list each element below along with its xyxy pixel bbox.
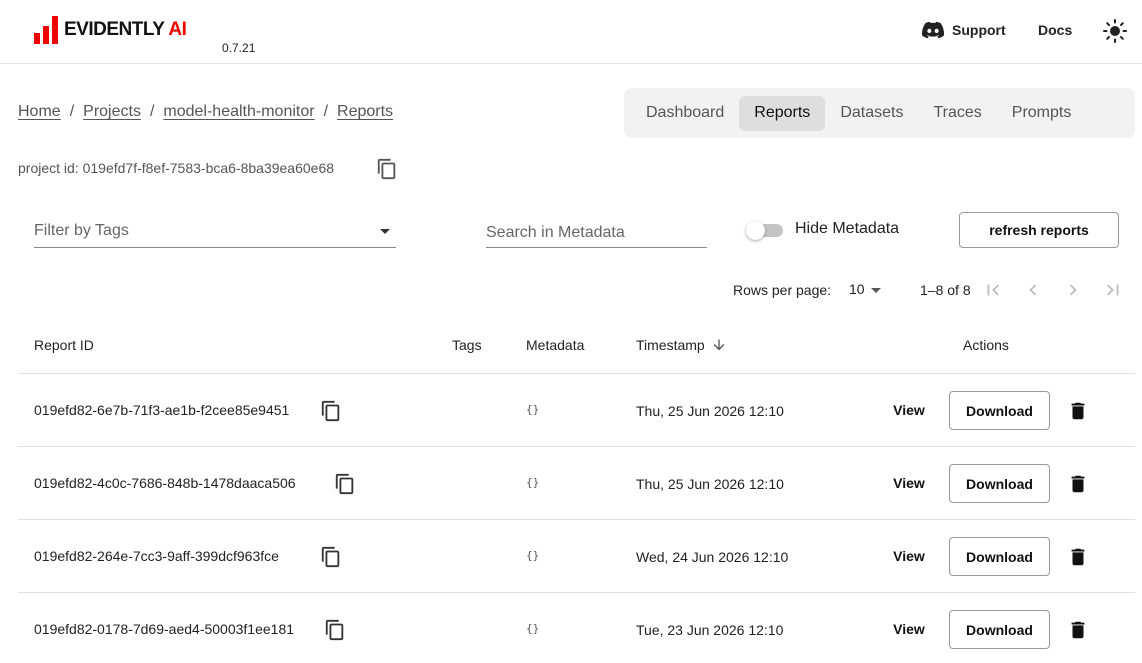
view-button[interactable]: View — [882, 402, 936, 418]
breadcrumb-project[interactable]: model-health-monitor — [163, 103, 314, 121]
pagination-range: 1–8 of 8 — [920, 282, 971, 298]
tab-prompts[interactable]: Prompts — [997, 96, 1087, 131]
copy-icon[interactable] — [334, 473, 356, 495]
report-id-cell: 019efd82-4c0c-7686-848b-1478daaca506 — [34, 475, 296, 491]
table-header: Report ID Tags Metadata Timestamp Action… — [18, 318, 1135, 374]
copy-icon[interactable] — [320, 400, 342, 422]
column-header-metadata: Metadata — [526, 337, 585, 353]
metadata-cell: {} — [526, 622, 540, 635]
rows-per-page-label: Rows per page: — [733, 282, 832, 298]
tab-reports[interactable]: Reports — [739, 95, 826, 131]
rows-per-page-value: 10 — [849, 281, 865, 297]
breadcrumb-home[interactable]: Home — [18, 103, 61, 121]
copy-icon[interactable] — [324, 619, 346, 641]
sun-icon[interactable] — [1103, 19, 1127, 43]
first-page-icon[interactable] — [982, 279, 1004, 301]
metadata-cell: {} — [526, 549, 540, 562]
arrow-down-icon — [713, 339, 725, 351]
copy-icon[interactable] — [376, 158, 398, 180]
refresh-reports-button[interactable]: refresh reports — [959, 212, 1119, 248]
project-tabs: Dashboard Reports Datasets Traces Prompt… — [624, 88, 1135, 138]
trash-icon[interactable] — [1067, 473, 1089, 495]
breadcrumb-separator: / — [323, 103, 329, 120]
column-header-timestamp[interactable]: Timestamp — [636, 337, 727, 353]
logo-bars-icon — [34, 16, 58, 44]
support-link[interactable]: Support — [922, 21, 1006, 39]
caret-down-icon — [380, 229, 390, 234]
column-header-report-id: Report ID — [34, 337, 94, 353]
report-id-cell: 019efd82-6e7b-71f3-ae1b-f2cee85e9451 — [34, 402, 290, 418]
download-button[interactable]: Download — [949, 537, 1050, 576]
timestamp-cell: Wed, 24 Jun 2026 12:10 — [636, 549, 789, 565]
trash-icon[interactable] — [1067, 546, 1089, 568]
column-header-tags: Tags — [452, 337, 482, 353]
timestamp-header-label: Timestamp — [636, 337, 705, 353]
previous-page-icon[interactable] — [1022, 279, 1044, 301]
trash-icon[interactable] — [1067, 619, 1089, 641]
filter-by-tags-placeholder: Filter by Tags — [34, 222, 129, 239]
metadata-cell: {} — [526, 403, 540, 416]
timestamp-cell: Tue, 23 Jun 2026 12:10 — [636, 622, 784, 638]
logo-text-main: EVIDENTLY — [64, 19, 165, 40]
copy-icon[interactable] — [320, 546, 342, 568]
search-metadata-input[interactable] — [486, 217, 707, 248]
view-button[interactable]: View — [882, 475, 936, 491]
view-button[interactable]: View — [882, 548, 936, 564]
caret-down-icon — [871, 288, 881, 293]
timestamp-cell: Thu, 25 Jun 2026 12:10 — [636, 476, 784, 492]
project-id: project id: 019efd7f-f8ef-7583-bca6-8ba3… — [18, 160, 335, 176]
rows-per-page-select[interactable]: 10 — [849, 281, 889, 301]
download-button[interactable]: Download — [949, 391, 1050, 430]
breadcrumb: Home / Projects / model-health-monitor /… — [18, 103, 393, 121]
breadcrumb-separator: / — [69, 103, 75, 120]
download-button[interactable]: Download — [949, 464, 1050, 503]
tab-traces[interactable]: Traces — [918, 96, 996, 131]
docs-link[interactable]: Docs — [1038, 22, 1072, 38]
view-button[interactable]: View — [882, 621, 936, 637]
breadcrumb-separator: / — [149, 103, 155, 120]
report-id-cell: 019efd82-264e-7cc3-9aff-399dcf963fce — [34, 548, 279, 564]
last-page-icon[interactable] — [1102, 279, 1124, 301]
tab-datasets[interactable]: Datasets — [825, 96, 918, 131]
version-label: 0.7.21 — [222, 41, 256, 55]
next-page-icon[interactable] — [1062, 279, 1084, 301]
breadcrumb-projects[interactable]: Projects — [83, 103, 141, 121]
table-row: 019efd82-264e-7cc3-9aff-399dcf963fce {} … — [18, 520, 1135, 593]
logo-text-ai: AI — [168, 19, 187, 40]
metadata-cell: {} — [526, 476, 540, 489]
discord-icon — [922, 21, 944, 39]
hide-metadata-toggle[interactable] — [746, 221, 784, 240]
column-header-actions: Actions — [963, 337, 1009, 353]
top-header: EVIDENTLY AI 0.7.21 Support Docs — [0, 0, 1142, 64]
tab-dashboard[interactable]: Dashboard — [631, 96, 739, 131]
trash-icon[interactable] — [1067, 400, 1089, 422]
timestamp-cell: Thu, 25 Jun 2026 12:10 — [636, 403, 784, 419]
table-row: 019efd82-4c0c-7686-848b-1478daaca506 {} … — [18, 447, 1135, 520]
download-button[interactable]: Download — [949, 610, 1050, 649]
filter-by-tags-select[interactable]: Filter by Tags — [34, 217, 396, 248]
evidently-logo[interactable]: EVIDENTLY AI — [34, 14, 187, 44]
breadcrumb-reports[interactable]: Reports — [337, 103, 393, 121]
report-id-cell: 019efd82-0178-7d69-aed4-50003f1ee181 — [34, 621, 295, 637]
logo-text: EVIDENTLY AI — [64, 14, 187, 44]
toggle-thumb — [746, 221, 765, 240]
support-label: Support — [952, 22, 1006, 38]
table-row: 019efd82-0178-7d69-aed4-50003f1ee181 {} … — [18, 593, 1135, 663]
hide-metadata-label: Hide Metadata — [795, 220, 900, 237]
table-row: 019efd82-6e7b-71f3-ae1b-f2cee85e9451 {} … — [18, 374, 1135, 447]
